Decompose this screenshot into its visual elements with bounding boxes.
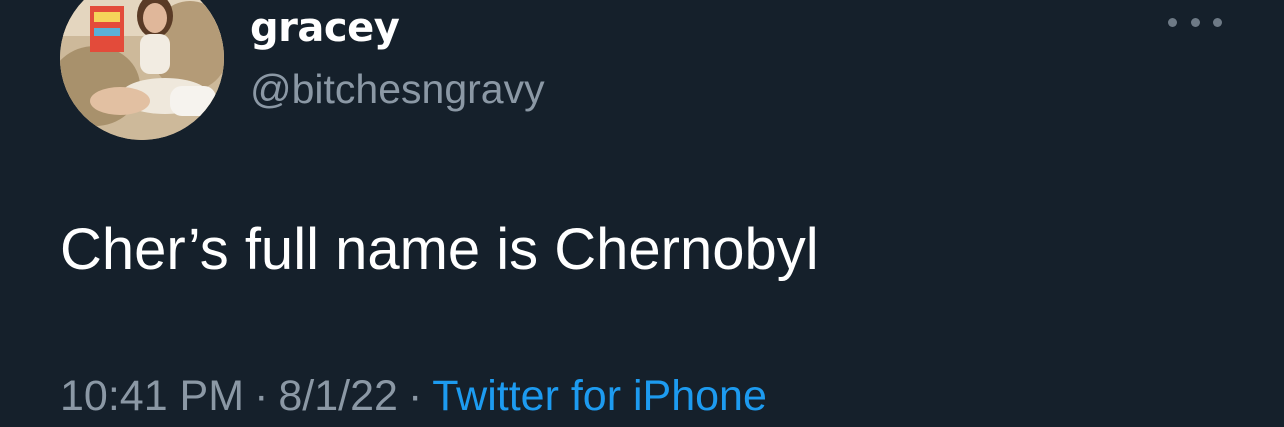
author-display-name[interactable]: gracey [250,2,400,54]
avatar-photo [60,0,224,140]
tweet-detail: gracey @bitchesngravy Cher’s full name i… [0,0,1284,427]
author-handle[interactable]: @bitchesngravy [250,64,545,114]
meta-separator: · [254,372,269,420]
avatar[interactable] [60,0,224,140]
tweet-source-link[interactable]: Twitter for iPhone [432,372,767,420]
more-options-icon[interactable] [1168,4,1222,40]
more-dot [1190,17,1200,27]
more-dot [1168,17,1177,27]
tweet-date[interactable]: 8/1/22 [278,372,398,420]
more-dot [1213,17,1222,27]
meta-separator: · [407,372,423,420]
tweet-metadata: 10:41 PM · 8/1/22 · Twitter for iPhone [60,368,767,424]
tweet-text: Cher’s full name is Chernobyl [60,217,819,282]
tweet-time[interactable]: 10:41 PM [60,372,244,420]
